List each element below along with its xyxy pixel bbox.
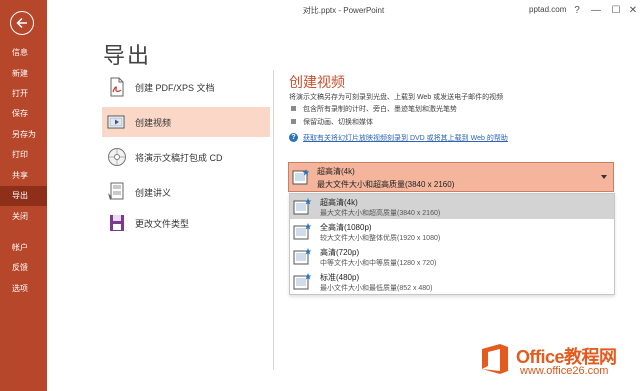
sidebar-item-open[interactable]: 打开 — [0, 84, 47, 104]
menu-item-create-video[interactable]: 创建视频 — [102, 107, 270, 137]
sidebar-item-feedback[interactable]: 反馈 — [0, 258, 47, 278]
office-logo-icon — [478, 342, 512, 376]
sidebar-item-new[interactable]: 新建 — [0, 64, 47, 84]
help-icon: ? — [289, 133, 298, 142]
help-button[interactable]: ? — [569, 3, 585, 19]
help-link[interactable]: 获取有关将幻灯片放映视频刻录到 DVD 或将其上载到 Web 的帮助 — [303, 133, 508, 143]
option-title: 标准(480p) — [320, 273, 360, 282]
menu-label: 将演示文稿打包成 CD — [135, 153, 223, 163]
sidebar-item-print[interactable]: 打印 — [0, 145, 47, 165]
sidebar-item-account[interactable]: 帐户 — [0, 238, 47, 258]
option-subtitle: 最大文件大小和超高质量(3840 x 2160) — [320, 210, 441, 217]
sidebar-item-save[interactable]: 保存 — [0, 104, 47, 124]
bullet-text: 保留动画、切换和媒体 — [303, 119, 373, 126]
presentation-quality-icon — [293, 222, 312, 241]
back-arrow-icon — [16, 17, 27, 29]
option-subtitle: 较大文件大小和整体优质(1920 x 1080) — [320, 235, 441, 242]
menu-item-change-file-type[interactable]: 更改文件类型 — [102, 208, 270, 238]
maximize-button[interactable]: ☐ — [608, 3, 624, 19]
pdf-document-icon — [107, 77, 127, 97]
backstage-sidebar: 信息 新建 打开 保存 另存为 打印 共享 导出 关闭 帐户 反馈 选项 — [0, 0, 47, 391]
sidebar-item-close[interactable]: 关闭 — [0, 207, 47, 227]
watermark-url: www.office26.com — [520, 365, 609, 377]
sidebar-item-info[interactable]: 信息 — [0, 43, 47, 63]
section-description: 将演示文稿另存为可刻录到光盘、上载到 Web 或发送电子邮件的视频 — [289, 94, 504, 101]
option-title: 超高清(4k) — [320, 198, 358, 207]
quality-options-list: 超高清(4k) 最大文件大小和超高质量(3840 x 2160) 全高清(108… — [289, 193, 615, 295]
close-button[interactable]: ✕ — [625, 3, 640, 19]
quality-dropdown[interactable]: 超高清(4k) 最大文件大小和超高质量(3840 x 2160) — [288, 162, 614, 192]
menu-label: 创建 PDF/XPS 文档 — [135, 83, 215, 93]
bullet-icon — [291, 106, 296, 111]
option-title: 高清(720p) — [320, 248, 360, 257]
back-button[interactable] — [10, 11, 34, 35]
bullet-text: 包含所有录制的计时、旁白、墨迹笔划和激光笔势 — [303, 106, 457, 113]
section-title: 创建视频 — [289, 74, 345, 90]
quality-option-720p[interactable]: 高清(720p) 中等文件大小和中等质量(1280 x 720) — [290, 244, 614, 269]
quality-option-4k[interactable]: 超高清(4k) 最大文件大小和超高质量(3840 x 2160) — [290, 194, 614, 219]
presentation-quality-icon — [293, 247, 312, 266]
page-title: 导出 — [103, 43, 152, 68]
option-title: 全高清(1080p) — [320, 223, 372, 232]
dropdown-selected-title: 超高清(4k) — [317, 167, 355, 176]
menu-item-create-pdf[interactable]: 创建 PDF/XPS 文档 — [102, 72, 270, 102]
quality-option-480p[interactable]: 标准(480p) 最小文件大小和最低质量(852 x 480) — [290, 269, 614, 294]
presentation-quality-icon — [292, 168, 310, 186]
presentation-quality-icon — [293, 272, 312, 291]
handout-icon — [107, 182, 127, 202]
panel-divider — [273, 70, 274, 370]
dropdown-selected-subtitle: 最大文件大小和超高质量(3840 x 2160) — [317, 180, 455, 189]
sidebar-item-options[interactable]: 选项 — [0, 279, 47, 299]
menu-label: 创建视频 — [135, 118, 172, 128]
sidebar-item-save-as[interactable]: 另存为 — [0, 125, 47, 145]
option-subtitle: 中等文件大小和中等质量(1280 x 720) — [320, 260, 437, 267]
sidebar-item-export[interactable]: 导出 — [0, 186, 47, 206]
presentation-quality-icon — [293, 197, 312, 216]
account-name[interactable]: pptad.com — [529, 5, 566, 14]
quality-option-1080p[interactable]: 全高清(1080p) 较大文件大小和整体优质(1920 x 1080) — [290, 219, 614, 244]
sidebar-item-share[interactable]: 共享 — [0, 166, 47, 186]
menu-item-package-cd[interactable]: 将演示文稿打包成 CD — [102, 142, 270, 172]
bullet-icon — [291, 119, 296, 124]
menu-label: 更改文件类型 — [135, 219, 190, 229]
chevron-down-icon[interactable] — [601, 175, 607, 179]
video-icon — [107, 112, 127, 132]
menu-item-create-handouts[interactable]: 创建讲义 — [102, 177, 270, 207]
save-as-icon — [107, 213, 127, 233]
menu-label: 创建讲义 — [135, 188, 172, 198]
option-subtitle: 最小文件大小和最低质量(852 x 480) — [320, 285, 433, 292]
minimize-button[interactable]: — — [588, 3, 604, 19]
cd-icon — [107, 147, 127, 167]
title-bar: 对比.pptx - PowerPoint pptad.com ? — ☐ ✕ — [47, 0, 640, 22]
